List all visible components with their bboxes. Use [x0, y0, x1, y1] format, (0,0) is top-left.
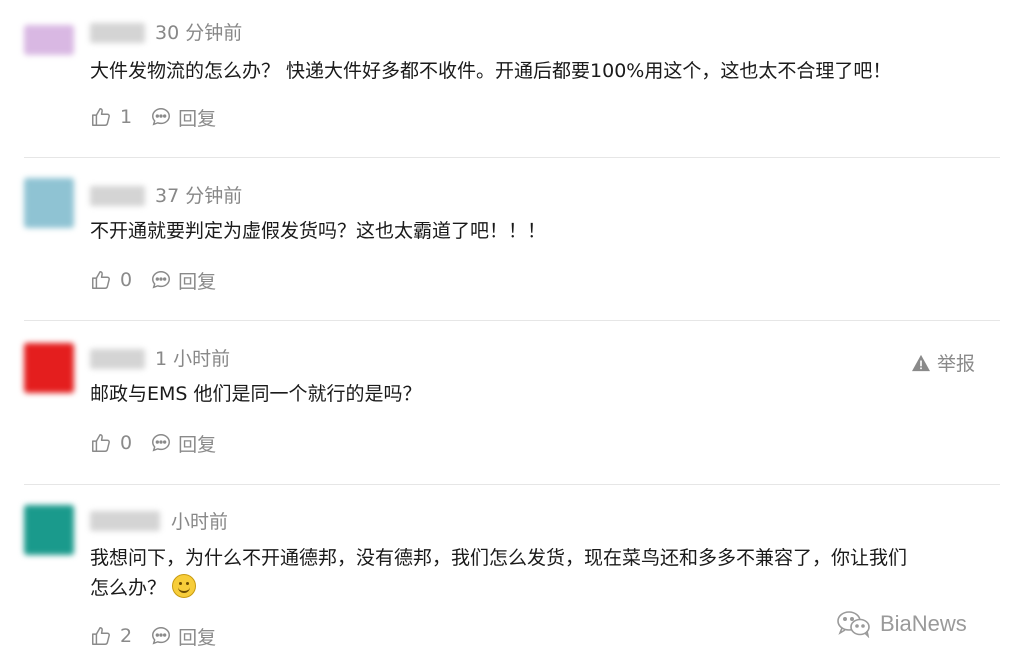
comment-actions: 0 回复 — [90, 267, 216, 293]
thumbs-up-icon — [92, 434, 110, 452]
reply-label: 回复 — [178, 107, 217, 130]
comment-actions: 0 回复 — [90, 430, 216, 456]
comment-text: 不开通就要判定为虚假发货吗？这也太霸道了吧！！！ — [90, 220, 547, 242]
comment-text: 大件发物流的怎么办？ 快递大件好多都不收件。开通后都要100%用这个，这也太不合… — [90, 60, 892, 82]
comment-time: 小时前 — [171, 511, 229, 533]
watermark-text: BiaNews — [880, 611, 967, 636]
reply-label: 回复 — [178, 433, 217, 456]
like-button[interactable]: 1 — [90, 106, 132, 128]
comment-actions: 2 回复 — [90, 623, 216, 649]
reply-button[interactable]: 回复 — [150, 430, 216, 457]
avatar[interactable] — [24, 178, 74, 228]
like-count: 0 — [120, 432, 133, 454]
like-count: 2 — [120, 625, 133, 647]
username-blurred[interactable] — [90, 23, 145, 43]
watermark: BiaNews — [836, 610, 967, 638]
reply-label: 回复 — [178, 626, 217, 649]
avatar[interactable] — [24, 343, 74, 393]
comment-text: 我想问下，为什么不开通德邦，没有德邦，我们怎么发货，现在菜鸟还和多多不兼容了，你… — [90, 541, 907, 575]
warning-triangle-icon — [912, 354, 930, 371]
comment-text: 邮政与EMS 他们是同一个就行的是吗？ — [90, 383, 422, 405]
report-button[interactable]: 举报 — [911, 349, 975, 376]
like-button[interactable]: 0 — [90, 269, 132, 291]
divider — [24, 484, 1000, 485]
like-button[interactable]: 2 — [90, 625, 132, 647]
thumbs-up-icon — [92, 108, 110, 126]
avatar[interactable] — [24, 505, 74, 555]
comment-text: 怎么办？ — [90, 571, 197, 605]
comment-time: 37 分钟前 — [155, 185, 243, 207]
username-blurred[interactable] — [90, 511, 160, 531]
speech-bubble-icon — [152, 108, 171, 126]
divider — [24, 157, 1000, 158]
comment-time: 30 分钟前 — [155, 22, 243, 44]
smiling-face-emoji — [172, 574, 197, 598]
reply-label: 回复 — [178, 270, 217, 293]
like-count: 0 — [120, 269, 133, 291]
thumbs-up-icon — [92, 627, 110, 645]
wechat-icon — [837, 611, 870, 638]
reply-button[interactable]: 回复 — [150, 623, 216, 650]
speech-bubble-icon — [152, 271, 171, 289]
divider — [24, 320, 1000, 321]
username-blurred[interactable] — [90, 186, 145, 206]
speech-bubble-icon — [152, 434, 171, 452]
speech-bubble-icon — [152, 627, 171, 645]
thumbs-up-icon — [92, 271, 110, 289]
comment-text-line: 我想问下，为什么不开通德邦，没有德邦，我们怎么发货，现在菜鸟还和多多不兼容了，你… — [90, 547, 908, 569]
avatar[interactable] — [24, 25, 74, 55]
comment-text-line: 怎么办？ — [90, 577, 167, 599]
like-button[interactable]: 0 — [90, 432, 132, 454]
comment-time: 1 小时前 — [155, 348, 231, 370]
reply-button[interactable]: 回复 — [150, 267, 216, 294]
username-blurred[interactable] — [90, 349, 145, 369]
comment-actions: 1 回复 — [90, 104, 216, 130]
reply-button[interactable]: 回复 — [150, 104, 216, 131]
like-count: 1 — [120, 106, 133, 128]
report-label: 举报 — [937, 353, 976, 375]
